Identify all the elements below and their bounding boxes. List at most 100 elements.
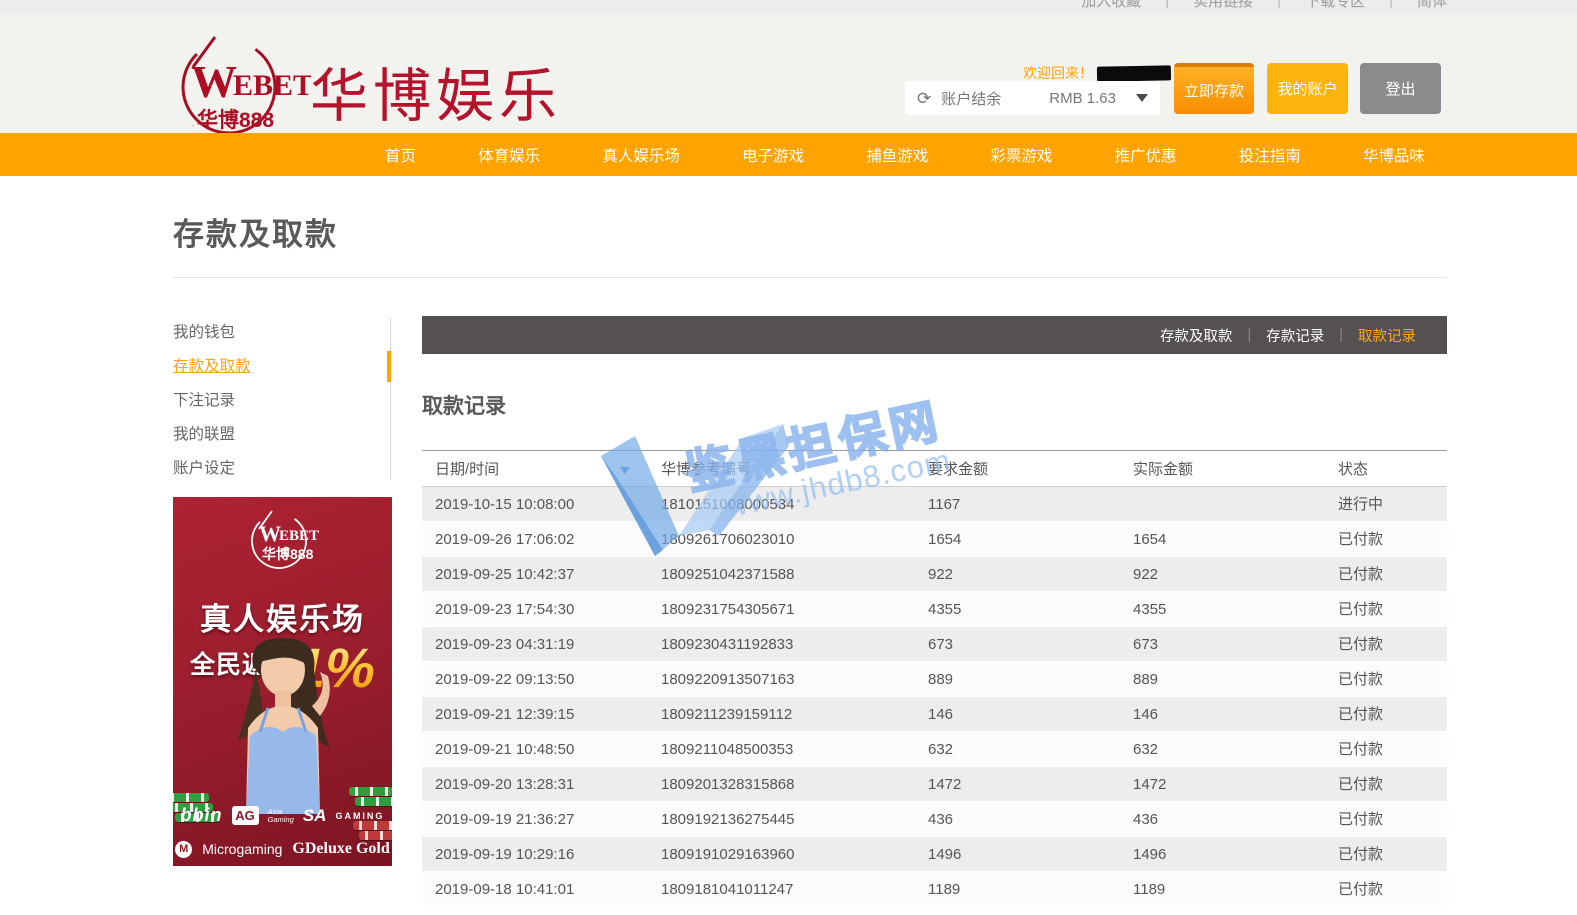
topbar-separator: | xyxy=(1389,0,1393,9)
cell-actual-amount: 889 xyxy=(1120,662,1325,696)
nav-item-huabo-taste[interactable]: 华博品味 xyxy=(1363,144,1425,166)
nav-item-sports[interactable]: 体育娱乐 xyxy=(478,144,540,166)
cell-requested-amount: 1654 xyxy=(915,522,1120,556)
table-row: 2019-09-19 10:29:16180919102916396014961… xyxy=(422,837,1447,872)
svg-text:W: W xyxy=(259,521,281,546)
col-header-status[interactable]: 状态 xyxy=(1325,458,1447,479)
svg-text:EBET: EBET xyxy=(279,528,319,544)
col-header-requested-amount[interactable]: 要求金额 xyxy=(915,458,1120,479)
welcome-message: 欢迎回来！ xyxy=(1023,63,1171,83)
cell-datetime: 2019-09-25 10:42:37 xyxy=(422,557,648,591)
sidebar-item-account-settings[interactable]: 账户设定 xyxy=(173,454,389,488)
table-row: 2019-09-25 10:42:37180925104237158892292… xyxy=(422,557,1447,592)
cell-status: 已付款 xyxy=(1325,662,1447,696)
nav-item-home[interactable]: 首页 xyxy=(385,144,416,166)
promo-banner[interactable]: W EBET 华博888 真人娱乐场 全民返点1% bbin AG AsiaGa… xyxy=(173,497,392,866)
cell-status: 进行中 xyxy=(1325,487,1447,521)
cell-reference: 1809230431192833 xyxy=(648,627,915,661)
cell-status: 已付款 xyxy=(1325,592,1447,626)
sidebar: 我的钱包 存款及取款 下注记录 我的联盟 账户设定 xyxy=(173,318,389,488)
cell-requested-amount: 436 xyxy=(915,802,1120,836)
sidebar-item-my-affiliate[interactable]: 我的联盟 xyxy=(173,420,389,454)
table-row: 2019-09-23 17:54:30180923175430567143554… xyxy=(422,592,1447,627)
topbar-link-downloads[interactable]: 下载专区 xyxy=(1305,0,1365,11)
cell-reference: 1809201328315868 xyxy=(648,767,915,801)
tab-withdrawal-records[interactable]: 取款记录 xyxy=(1343,325,1431,346)
table-row: 2019-09-26 17:06:02180926170602301016541… xyxy=(422,522,1447,557)
nav-item-betting-guide[interactable]: 投注指南 xyxy=(1239,144,1301,166)
section-title: 取款记录 xyxy=(422,390,506,420)
nav-item-slots[interactable]: 电子游戏 xyxy=(742,144,804,166)
sidebar-item-betting-records[interactable]: 下注记录 xyxy=(173,386,389,420)
cell-status: 已付款 xyxy=(1325,627,1447,661)
cell-requested-amount: 1189 xyxy=(915,872,1120,906)
balance-dropdown-icon[interactable] xyxy=(1136,94,1148,102)
cell-requested-amount: 1496 xyxy=(915,837,1120,871)
table-row: 2019-09-21 10:48:50180921104850035363263… xyxy=(422,732,1447,767)
deposit-now-button[interactable]: 立即存款 xyxy=(1174,63,1254,114)
cell-status: 已付款 xyxy=(1325,697,1447,731)
sidebar-divider xyxy=(390,318,391,480)
table-row: 2019-10-15 10:08:0018101510080005341167进… xyxy=(422,487,1447,522)
cell-actual-amount: 632 xyxy=(1120,732,1325,766)
cell-datetime: 2019-09-21 12:39:15 xyxy=(422,697,648,731)
cell-reference: 1809191029163960 xyxy=(648,837,915,871)
cell-status: 已付款 xyxy=(1325,732,1447,766)
cell-actual-amount: 4355 xyxy=(1120,592,1325,626)
sort-descending-icon[interactable] xyxy=(620,467,630,474)
banner-model-image xyxy=(208,636,358,814)
cell-actual-amount: 1189 xyxy=(1120,872,1325,906)
cell-reference: 1809192136275445 xyxy=(648,802,915,836)
topbar-separator: | xyxy=(1277,0,1281,9)
balance-value: RMB 1.63 xyxy=(1049,90,1116,107)
table-row: 2019-09-23 04:31:19180923043119283367367… xyxy=(422,627,1447,662)
table-body: 2019-10-15 10:08:0018101510080005341167进… xyxy=(422,487,1447,907)
nav-item-promotions[interactable]: 推广优惠 xyxy=(1115,144,1177,166)
logout-button[interactable]: 登出 xyxy=(1360,63,1441,114)
sa-gaming-logo-text: GAMING xyxy=(335,811,384,821)
tab-deposit-withdrawal[interactable]: 存款及取款 xyxy=(1145,325,1248,346)
cell-actual-amount: 922 xyxy=(1120,557,1325,591)
table-row: 2019-09-18 10:41:01180918104101124711891… xyxy=(422,872,1447,907)
top-utility-bar: 加入收藏 | 实用链接 | 下载专区 | 简体 xyxy=(0,0,1577,13)
svg-text:WEBET: WEBET xyxy=(191,125,195,127)
cell-status: 已付款 xyxy=(1325,802,1447,836)
cell-actual-amount xyxy=(1120,487,1325,521)
topbar-link-favorites[interactable]: 加入收藏 xyxy=(1081,0,1141,11)
cell-requested-amount: 1167 xyxy=(915,487,1120,521)
cell-datetime: 2019-09-23 04:31:19 xyxy=(422,627,648,661)
tab-deposit-records[interactable]: 存款记录 xyxy=(1251,325,1339,346)
page-title: 存款及取款 xyxy=(173,209,338,254)
nav-item-fishing[interactable]: 捕鱼游戏 xyxy=(866,144,928,166)
banner-providers-row2: M Microgaming GDeluxe Gold xyxy=(173,840,392,858)
cell-actual-amount: 1496 xyxy=(1120,837,1325,871)
nav-item-live-casino[interactable]: 真人娱乐场 xyxy=(602,144,680,166)
main-navigation: 首页 体育娱乐 真人娱乐场 电子游戏 捕鱼游戏 彩票游戏 推广优惠 投注指南 华… xyxy=(0,133,1577,176)
cell-reference: 1809261706023010 xyxy=(648,522,915,556)
cell-datetime: 2019-09-21 10:48:50 xyxy=(422,732,648,766)
account-balance-widget: ⟳ 账户结余 RMB 1.63 xyxy=(905,81,1160,115)
cell-status: 已付款 xyxy=(1325,522,1447,556)
banner-headline: 真人娱乐场 xyxy=(173,594,392,639)
cell-datetime: 2019-09-22 09:13:50 xyxy=(422,662,648,696)
cell-datetime: 2019-09-19 10:29:16 xyxy=(422,837,648,871)
col-header-reference[interactable]: 华博参考编号 xyxy=(648,458,915,479)
my-account-button[interactable]: 我的账户 xyxy=(1267,63,1348,114)
webet-logo-icon: W EBET 华博888 WEBET xyxy=(171,35,311,137)
refresh-balance-icon[interactable]: ⟳ xyxy=(917,90,931,107)
cell-reference: 1809251042371588 xyxy=(648,557,915,591)
cell-requested-amount: 146 xyxy=(915,697,1120,731)
site-logo[interactable]: W EBET 华博888 WEBET xyxy=(171,35,311,137)
table-row: 2019-09-20 13:28:31180920132831586814721… xyxy=(422,767,1447,802)
sidebar-item-my-wallet[interactable]: 我的钱包 xyxy=(173,318,389,352)
col-header-datetime[interactable]: 日期/时间 xyxy=(422,458,648,479)
cell-requested-amount: 922 xyxy=(915,557,1120,591)
table-row: 2019-09-19 21:36:27180919213627544543643… xyxy=(422,802,1447,837)
topbar-link-useful-links[interactable]: 实用链接 xyxy=(1193,0,1253,11)
sidebar-item-deposit-withdrawal[interactable]: 存款及取款 xyxy=(173,352,389,386)
nav-item-lottery[interactable]: 彩票游戏 xyxy=(990,144,1052,166)
cell-status: 已付款 xyxy=(1325,837,1447,871)
cell-requested-amount: 889 xyxy=(915,662,1120,696)
topbar-link-simplified-chinese[interactable]: 简体 xyxy=(1417,0,1447,11)
col-header-actual-amount[interactable]: 实际金额 xyxy=(1120,458,1325,479)
